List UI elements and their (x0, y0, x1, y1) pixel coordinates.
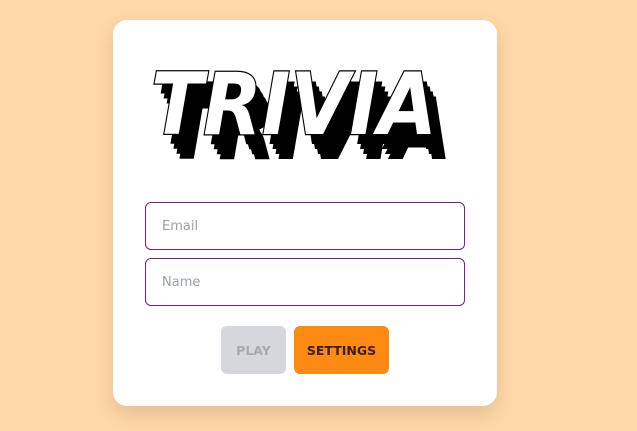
email-input[interactable] (145, 202, 465, 250)
settings-button[interactable]: SETTINGS (294, 326, 389, 374)
svg-text:TRIVIA: TRIVIA (151, 56, 437, 155)
play-button[interactable]: PLAY (221, 326, 286, 374)
name-input[interactable] (145, 258, 465, 306)
login-card: TRIVIA TRIVIA TRIVIA TRIVIA TRIVIA PLAY … (113, 20, 497, 406)
trivia-logo: TRIVIA TRIVIA TRIVIA TRIVIA TRIVIA (145, 56, 465, 170)
